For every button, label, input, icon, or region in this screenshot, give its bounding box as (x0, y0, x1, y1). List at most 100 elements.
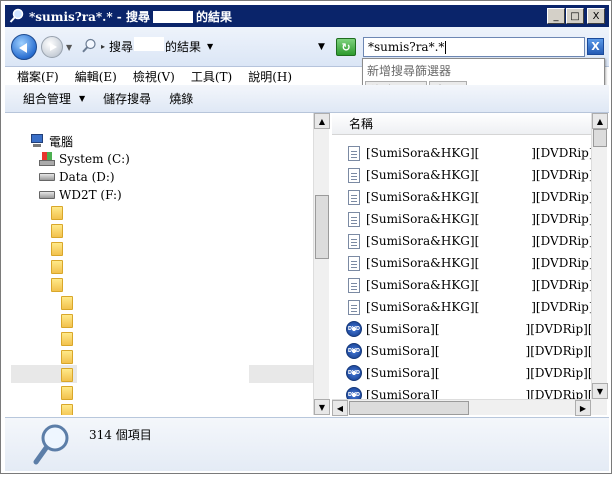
folder-icon (61, 332, 73, 346)
folder-icon (61, 350, 73, 364)
document-icon (348, 233, 360, 249)
refresh-button[interactable]: ↻ (336, 38, 356, 56)
tree-item-folder[interactable] (51, 276, 63, 294)
scrollbar-thumb[interactable] (349, 401, 469, 415)
maximize-button[interactable]: □ (566, 8, 584, 24)
tree-item-folder[interactable] (51, 240, 63, 258)
selected-tree-row (11, 365, 313, 383)
forward-button[interactable] (41, 36, 63, 58)
magnifier-icon (33, 424, 69, 465)
dvd-video-icon: DVD (346, 365, 362, 381)
tree-item-folder[interactable] (61, 384, 73, 402)
document-icon (348, 167, 360, 183)
search-icon (9, 8, 24, 23)
dvd-video-icon: DVD (346, 321, 362, 337)
menu-edit[interactable]: 編輯(E) (75, 68, 117, 85)
scrollbar-corner (591, 399, 607, 415)
list-item[interactable]: [SumiSora&HKG][][DVDRip][01][A (348, 142, 607, 164)
save-search-button[interactable]: 儲存搜尋 (103, 90, 151, 107)
burn-button[interactable]: 燒錄 (169, 90, 193, 107)
menu-bar: 檔案(F) 編輯(E) 檢視(V) 工具(T) 說明(H) (5, 67, 361, 85)
dvd-video-icon: DVD (346, 343, 362, 359)
system-drive-icon (39, 152, 55, 166)
menu-help[interactable]: 說明(H) (248, 68, 292, 85)
folder-icon (51, 260, 63, 274)
command-bar: 組合管理 ▼ 儲存搜尋 燒錄 (5, 85, 609, 113)
folder-icon (61, 314, 73, 328)
folder-icon (61, 296, 73, 310)
tree-item-drive-d[interactable]: Data (D:) (39, 168, 115, 186)
organize-button[interactable]: 組合管理 ▼ (23, 90, 85, 107)
list-item[interactable]: [SumiSora&HKG][][DVDRip][03][A (348, 230, 607, 252)
search-location-icon (82, 38, 96, 53)
menu-tools[interactable]: 工具(T) (191, 68, 232, 85)
breadcrumb-item[interactable]: 搜尋 的結果 (109, 37, 201, 55)
add-search-filter-label: 新增搜尋篩選器 (367, 64, 452, 78)
file-list-vertical-scrollbar[interactable]: ▲ ▼ (591, 113, 608, 399)
folder-icon (61, 404, 73, 415)
file-list-horizontal-scrollbar[interactable]: ◀ ▶ (332, 399, 591, 416)
tree-label: WD2T (F:) (59, 188, 122, 202)
scroll-up-icon[interactable]: ▲ (592, 113, 608, 129)
folder-icon (51, 206, 63, 220)
tree-item-folder[interactable] (51, 258, 63, 276)
document-icon (348, 189, 360, 205)
clear-search-button[interactable]: X (587, 38, 604, 55)
scroll-down-icon[interactable]: ▼ (314, 399, 330, 415)
scroll-right-icon[interactable]: ▶ (575, 400, 591, 416)
column-header-name[interactable]: 名稱 (332, 113, 591, 135)
tree-item-folder[interactable] (61, 330, 73, 348)
search-input[interactable]: *sumis?ra*.* (363, 37, 585, 57)
list-item[interactable]: DVD[SumiSora][][DVDRip][NCE (346, 340, 607, 362)
list-item[interactable]: [SumiSora&HKG][][DVDRip][04][A (348, 296, 607, 318)
tree-label: System (C:) (59, 152, 130, 166)
minimize-button[interactable]: _ (547, 8, 565, 24)
recent-pages-dropdown[interactable]: ▼ (66, 43, 72, 52)
document-icon (348, 299, 360, 315)
tree-item-drive-f[interactable]: WD2T (F:) (39, 186, 122, 204)
tree-label: 電腦 (49, 134, 74, 149)
breadcrumb-separator-icon[interactable]: ▸ (101, 42, 105, 51)
address-dropdown-icon[interactable]: ▼ (318, 42, 325, 52)
navigation-scrollbar[interactable]: ▲ ▼ (313, 113, 330, 415)
scroll-up-icon[interactable]: ▲ (314, 113, 330, 129)
list-item[interactable]: [SumiSora&HKG][][DVDRip][02][A (348, 208, 607, 230)
tree-item-folder[interactable] (61, 402, 73, 415)
tree-item-drive-c[interactable]: System (C:) (39, 150, 130, 168)
scroll-left-icon[interactable]: ◀ (332, 400, 348, 416)
title-bar[interactable]: *sumis?ra*.* - 搜尋 的結果 _ □ X (5, 5, 609, 27)
document-icon (348, 211, 360, 227)
explorer-window: *sumis?ra*.* - 搜尋 的結果 _ □ X ▼ ▸ 搜尋 的結果 ▼ ▼… (0, 0, 612, 474)
menu-view[interactable]: 檢視(V) (133, 68, 175, 85)
folder-icon (51, 224, 63, 238)
close-button[interactable]: X (587, 8, 605, 24)
scrollbar-thumb[interactable] (315, 195, 329, 259)
tree-label: Data (D:) (59, 170, 115, 184)
breadcrumb[interactable]: ▸ 搜尋 的結果 ▼ (81, 35, 331, 57)
breadcrumb-dropdown-icon[interactable]: ▼ (207, 42, 213, 51)
tree-item-folder[interactable] (51, 222, 63, 240)
tree-item-folder[interactable] (61, 294, 73, 312)
list-item[interactable]: DVD[SumiSora][][DVDRip][NCE (346, 318, 607, 340)
list-item[interactable]: [SumiSora&HKG][][DVDRip][04][A (348, 274, 607, 296)
folder-icon (61, 386, 73, 400)
document-icon (348, 255, 360, 271)
menu-file[interactable]: 檔案(F) (17, 68, 59, 85)
drive-icon (39, 191, 55, 199)
navigation-pane: 電腦 System (C:) Data (D:) WD2T (F:) (9, 113, 313, 415)
folder-icon (51, 278, 63, 292)
folder-icon (51, 242, 63, 256)
tree-item-folder[interactable] (51, 204, 63, 222)
tree-item-folder[interactable] (61, 366, 73, 384)
scroll-down-icon[interactable]: ▼ (592, 383, 608, 399)
list-item[interactable]: [SumiSora&HKG][][DVDRip][03][A (348, 252, 607, 274)
list-item[interactable]: [SumiSora&HKG][][DVDRip][02][A (348, 186, 607, 208)
tree-item-folder[interactable] (61, 348, 73, 366)
back-button[interactable] (11, 34, 37, 60)
tree-item-folder[interactable] (61, 312, 73, 330)
window-title: *sumis?ra*.* - 搜尋 的結果 (29, 9, 232, 24)
list-item[interactable]: DVD[SumiSora][][DVDRip][NCE (346, 362, 607, 384)
list-item[interactable]: [SumiSora&HKG][][DVDRip][01][A (348, 164, 607, 186)
scrollbar-thumb[interactable] (593, 129, 607, 147)
tree-item-computer[interactable]: 電腦 (29, 132, 73, 150)
